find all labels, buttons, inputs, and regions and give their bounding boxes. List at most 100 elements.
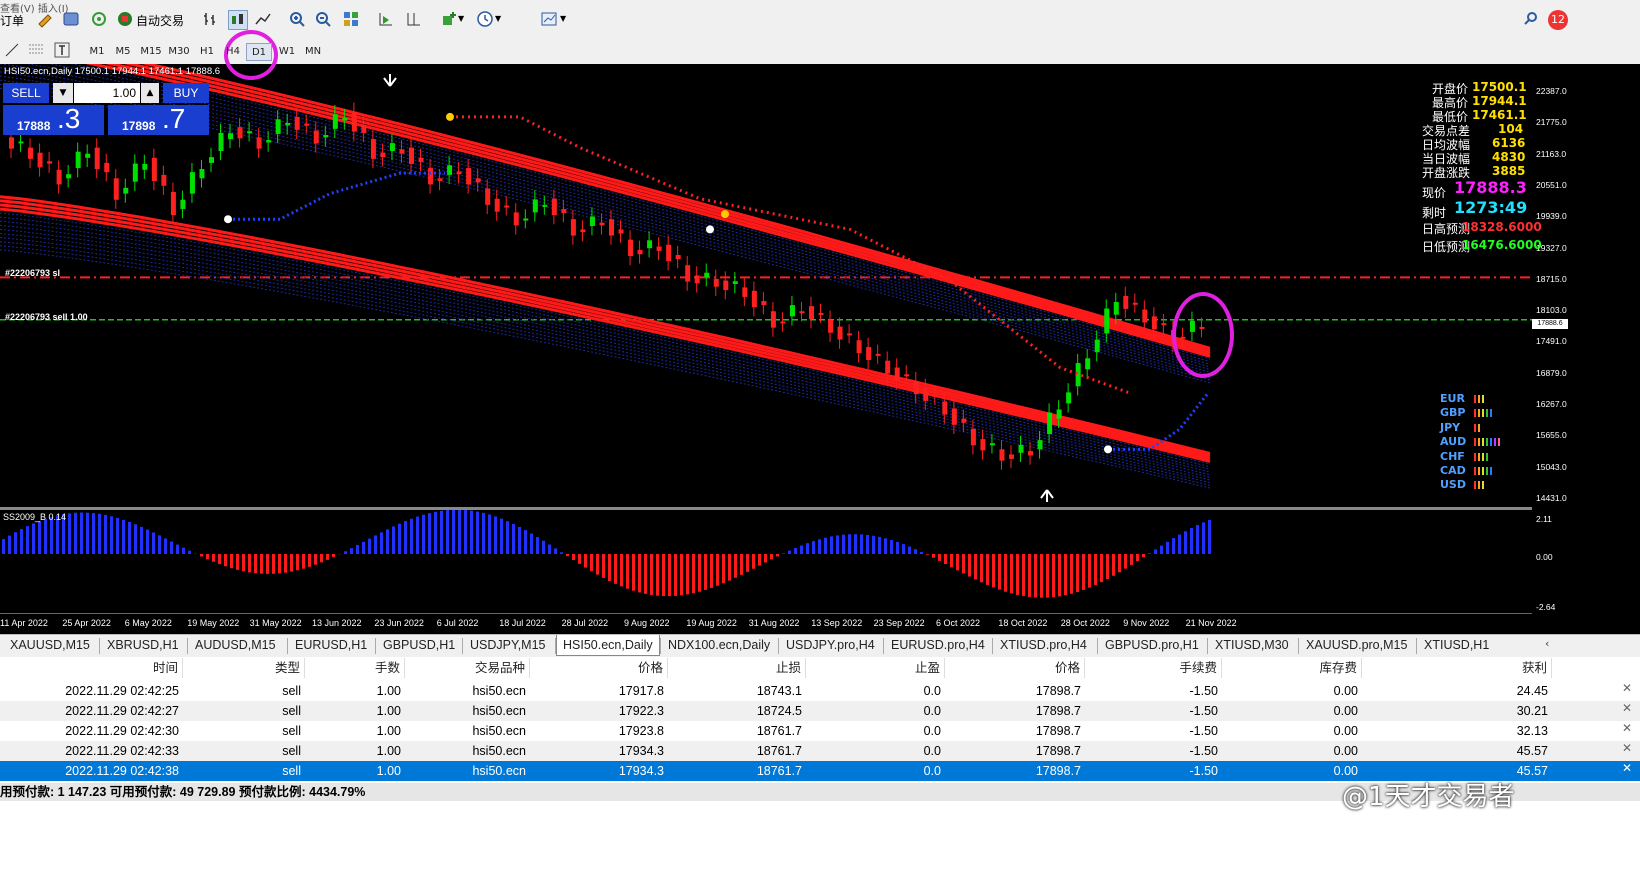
sell-price-box[interactable]: 17888 .3 (3, 103, 104, 135)
channel-lower-band (0, 237, 1211, 481)
candle-body (866, 347, 872, 361)
table-header-cell[interactable]: 价格 (945, 658, 1085, 678)
close-position-icon[interactable]: ✕ (1622, 761, 1632, 775)
candlestick-chart-icon[interactable] (228, 10, 248, 30)
candle-body (142, 163, 148, 170)
subwindow-separator[interactable] (0, 507, 1532, 510)
chart-tab[interactable]: EURUSD.pro,H4 (891, 638, 985, 652)
chart-tab[interactable]: XTIUSD.pro,H4 (1000, 638, 1087, 652)
signal-icon[interactable] (90, 10, 108, 28)
tile-windows-icon[interactable] (342, 10, 360, 28)
histogram-bar (1076, 554, 1079, 593)
histogram-bar (452, 509, 455, 554)
table-header-cell[interactable]: 交易品种 (405, 658, 530, 678)
chart-tab[interactable]: HSI50.ecn,Daily (556, 635, 660, 656)
timeframe-d1[interactable]: D1 (246, 43, 272, 61)
table-row[interactable]: 2022.11.29 02:42:27 sell 1.00 hsi50.ecn 1792… (0, 701, 1640, 721)
pencil-icon[interactable] (36, 10, 54, 28)
close-position-icon[interactable]: ✕ (1622, 681, 1632, 695)
table-header-cell[interactable]: 手数 (305, 658, 405, 678)
table-header-cell[interactable]: 手续费 (1085, 658, 1222, 678)
timeframe-m15[interactable]: M15 (138, 43, 164, 61)
search-icon[interactable] (1522, 10, 1540, 28)
timeframe-h4[interactable]: H4 (220, 43, 246, 61)
table-row[interactable]: 2022.11.29 02:42:30 sell 1.00 hsi50.ecn 1792… (0, 721, 1640, 741)
chart-tab[interactable]: NDX100.ecn,Daily (668, 638, 770, 652)
histogram-bar (950, 554, 953, 568)
bar-chart-icon[interactable] (202, 10, 220, 28)
timeframe-h1[interactable]: H1 (194, 43, 220, 61)
table-row[interactable]: 2022.11.29 02:42:33 sell 1.00 hsi50.ecn 1793… (0, 741, 1640, 761)
fibonacci-icon[interactable] (28, 42, 46, 60)
chart-tab[interactable]: XBRUSD,H1 (107, 638, 179, 652)
date-tick-label: 13 Jun 2022 (312, 618, 362, 628)
table-cell: 2022.11.29 02:42:27 (65, 704, 179, 718)
trendline-icon[interactable] (4, 42, 22, 60)
price-chart[interactable]: HSI50.ecn,Daily 17500.1 17944.1 17461.1 … (0, 64, 1640, 634)
timeframe-m5[interactable]: M5 (110, 43, 136, 61)
timeframe-w1[interactable]: W1 (274, 43, 300, 61)
histogram-bar (698, 554, 701, 592)
indicators-icon[interactable] (440, 10, 458, 28)
chart-tab[interactable]: AUDUSD,M15 (195, 638, 276, 652)
close-position-icon[interactable]: ✕ (1622, 741, 1632, 755)
price-tick-label: 15655.0 (1536, 430, 1567, 441)
histogram-bar (74, 512, 77, 554)
candle-body (399, 149, 405, 154)
sell-button[interactable]: SELL (3, 83, 49, 103)
buy-price-box[interactable]: 17898 .7 (108, 103, 209, 135)
auto-trade-button[interactable]: 自动交易 (136, 12, 184, 29)
zoom-out-icon[interactable] (314, 10, 332, 28)
text-tool-icon[interactable] (54, 42, 72, 60)
periods-clock-icon[interactable] (476, 10, 494, 28)
chart-shift-icon[interactable] (404, 10, 422, 28)
chart-tab[interactable]: XAUUSD,M15 (10, 638, 90, 652)
autoscroll-icon[interactable] (376, 10, 394, 28)
close-position-icon[interactable]: ✕ (1622, 721, 1632, 735)
chart-tab[interactable]: GBPUSD.pro,H1 (1105, 638, 1199, 652)
lot-increase-button[interactable]: ▲ (141, 83, 159, 103)
strength-bar (1474, 395, 1476, 403)
lot-size-input[interactable]: 1.00 (74, 83, 140, 103)
timeframe-mn[interactable]: MN (300, 43, 326, 61)
chart-tab[interactable]: USDJPY,M15 (470, 638, 546, 652)
zoom-in-icon[interactable] (288, 10, 306, 28)
auto-trade-icon[interactable] (116, 10, 134, 28)
chart-tab[interactable]: EURUSD,H1 (295, 638, 367, 652)
table-header-cell[interactable]: 获利 (1362, 658, 1552, 678)
tab-separator (99, 638, 100, 654)
new-order-button[interactable]: 订单 (0, 12, 24, 29)
chevron-down-icon[interactable]: ▼ (560, 14, 578, 32)
candle-body (28, 147, 34, 159)
chart-tab[interactable]: USDJPY.pro,H4 (786, 638, 875, 652)
table-header-cell[interactable]: 价格 (530, 658, 668, 678)
line-chart-icon[interactable] (254, 10, 272, 28)
close-position-icon[interactable]: ✕ (1622, 701, 1632, 715)
templates-icon[interactable] (540, 10, 558, 28)
timeframe-m30[interactable]: M30 (166, 43, 192, 61)
candle-body (818, 312, 824, 315)
lot-decrease-button[interactable]: ▼ (53, 83, 73, 103)
notification-badge[interactable]: 12 (1548, 10, 1568, 30)
chevron-down-icon[interactable]: ▼ (458, 14, 476, 32)
chevron-down-icon[interactable]: ▼ (495, 14, 513, 32)
table-row[interactable]: 2022.11.29 02:42:25 sell 1.00 hsi50.ecn 1791… (0, 681, 1640, 701)
chart-tab[interactable]: XTIUSD,H1 (1424, 638, 1489, 652)
currency-label-cad: CAD (1440, 464, 1466, 477)
timeframe-m1[interactable]: M1 (84, 43, 110, 61)
high-value: 17944.1 (1472, 94, 1527, 108)
chart-tab[interactable]: XTIUSD,M30 (1215, 638, 1289, 652)
price-tick-label: 20551.0 (1536, 179, 1567, 190)
histogram-bar (104, 514, 107, 554)
chart-tab[interactable]: XAUUSD.pro,M15 (1306, 638, 1407, 652)
table-header-cell[interactable]: 止盈 (806, 658, 945, 678)
buy-button[interactable]: BUY (163, 83, 209, 103)
chart-tab[interactable]: GBPUSD,H1 (383, 638, 455, 652)
table-header-cell[interactable]: 止损 (668, 658, 806, 678)
tab-scroll-left-icon[interactable]: ‹ (1545, 637, 1549, 650)
table-header-cell[interactable]: 类型 (183, 658, 305, 678)
database-icon[interactable] (62, 10, 80, 28)
table-header-cell[interactable]: 库存费 (1222, 658, 1362, 678)
table-header-cell[interactable]: 时间 (0, 658, 183, 678)
histogram-bar (800, 545, 803, 554)
